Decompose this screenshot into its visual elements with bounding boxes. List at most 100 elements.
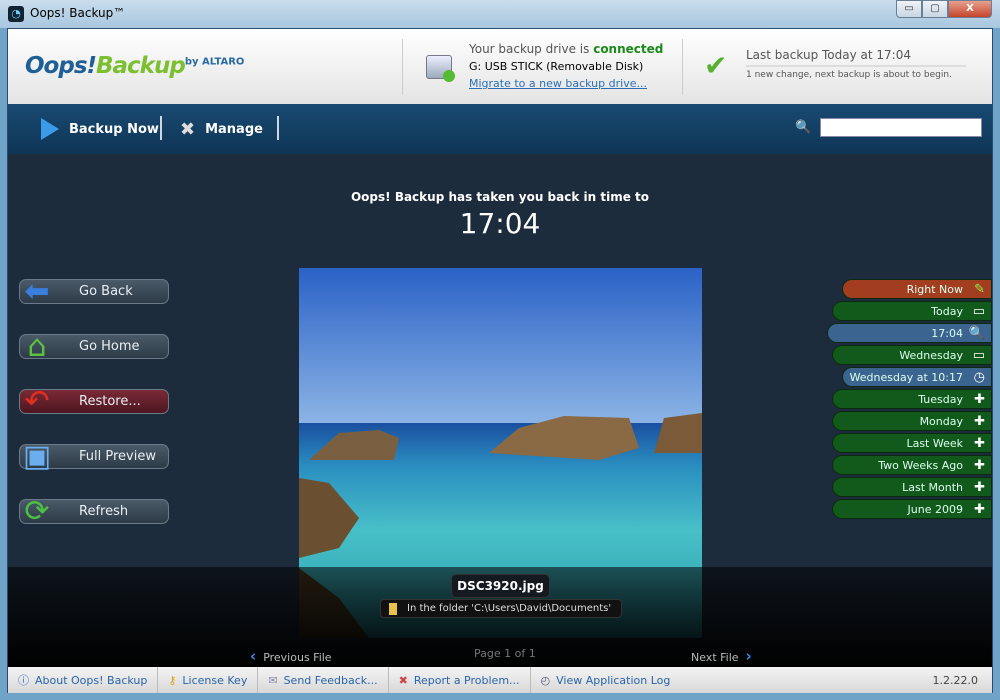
plus-icon: ✚ — [974, 392, 985, 407]
previous-file-button[interactable]: ‹ Previous File — [250, 647, 332, 665]
divider — [402, 39, 403, 95]
timeline-item-wednesday[interactable]: Wednesday ▭ — [832, 345, 992, 365]
logo-backup: Backup — [96, 53, 186, 79]
timeline-item-right-now[interactable]: Right Now ✎ — [842, 279, 992, 299]
manage-button[interactable]: ✖ Manage — [180, 118, 263, 140]
timeline-label: Right Now — [906, 283, 963, 296]
plus-icon: ✚ — [974, 436, 985, 451]
timeline-label: Wednesday — [899, 349, 963, 362]
refresh-label: Refresh — [79, 504, 129, 519]
manage-label: Manage — [205, 121, 263, 137]
last-backup: Last backup Today at 17:04 — [746, 48, 966, 67]
tools-icon: ✖ — [398, 673, 408, 687]
drive-status: Your backup drive is connected — [469, 42, 663, 56]
full-preview-label: Full Preview — [79, 449, 156, 464]
restore-button[interactable]: ↶ Restore... — [19, 384, 169, 419]
timeline-item-tuesday[interactable]: Tuesday ✚ — [832, 389, 992, 409]
app-window: Oops!Backupby ALTARO Your backup drive i… — [7, 28, 993, 693]
send-feedback-link[interactable]: ✉ Send Feedback... — [258, 667, 389, 693]
pencil-icon: ✎ — [974, 282, 985, 297]
go-back-button[interactable]: ⬅ Go Back — [19, 274, 169, 309]
timeline-label: Last Week — [906, 437, 963, 450]
license-key-link[interactable]: ⚷ License Key — [158, 667, 259, 693]
full-preview-button[interactable]: ▣ Full Preview — [19, 439, 169, 474]
back-arrow-icon: ⬅ — [24, 274, 50, 309]
preview-folder-icon: ▣ — [22, 439, 52, 474]
restore-label: Restore... — [79, 394, 141, 409]
logo-by: by ALTARO — [184, 56, 245, 68]
home-icon: ⌂ — [27, 329, 47, 364]
about-label: About Oops! Backup — [35, 673, 148, 687]
divider — [682, 39, 683, 95]
timeline-item-selected[interactable]: 17:04 🔍 — [827, 323, 992, 343]
last-backup-detail: 1 new change, next backup is about to be… — [746, 70, 952, 80]
title-bar: ◔ Oops! Backup™ ▭ ▢ X — [0, 0, 1000, 28]
timeline-item-last-week[interactable]: Last Week ✚ — [832, 433, 992, 453]
previous-file-label: Previous File — [263, 651, 332, 664]
logo: Oops!Backupby ALTARO — [25, 53, 244, 79]
minus-icon: ▭ — [972, 348, 985, 363]
timeline-item-two-weeks-ago[interactable]: Two Weeks Ago ✚ — [832, 455, 992, 475]
log-label: View Application Log — [556, 673, 671, 687]
timeline-label: Monday — [919, 415, 963, 428]
key-icon: ⚷ — [168, 673, 177, 687]
minus-icon: ▭ — [972, 304, 985, 319]
page-indicator: Page 1 of 1 — [474, 647, 536, 660]
magnifier-icon: 🔍 — [968, 326, 985, 341]
plus-icon: ✚ — [974, 458, 985, 473]
timeline-item-june-2009[interactable]: June 2009 ✚ — [832, 499, 992, 519]
file-name: DSC3920.jpg — [451, 574, 550, 598]
about-link[interactable]: ⓘ About Oops! Backup — [8, 667, 159, 693]
app-icon: ◔ — [8, 6, 24, 22]
search-input[interactable] — [820, 118, 982, 137]
plus-icon: ✚ — [974, 502, 985, 517]
backup-now-label: Backup Now — [69, 121, 159, 137]
timeline-label: Wednesday at 10:17 — [849, 371, 963, 384]
timeline-label: Last Month — [902, 481, 963, 494]
drive-status-value: connected — [593, 42, 664, 56]
next-file-label: Next File — [691, 651, 739, 664]
view-log-link[interactable]: ◴ View Application Log — [531, 667, 681, 693]
drive-status-prefix: Your backup drive is — [469, 42, 594, 56]
toolbar: Backup Now ✖ Manage 🔍 — [8, 104, 992, 154]
search-icon: 🔍 — [795, 120, 812, 135]
plus-icon: ✚ — [974, 414, 985, 429]
timeline-label: Two Weeks Ago — [878, 459, 963, 472]
file-folder: In the folder 'C:\Users\David\Documents' — [380, 599, 622, 618]
envelope-icon: ✉ — [268, 673, 278, 687]
log-icon: ◴ — [540, 673, 551, 687]
play-icon — [41, 118, 59, 140]
footer-bar: ⓘ About Oops! Backup ⚷ License Key ✉ Send F… — [8, 667, 992, 693]
go-back-label: Go Back — [79, 284, 133, 299]
timeline-item-last-month[interactable]: Last Month ✚ — [832, 477, 992, 497]
timeline-item-wednesday-1017[interactable]: Wednesday at 10:17 ◷ — [842, 367, 992, 387]
feedback-label: Send Feedback... — [283, 673, 378, 687]
timeline-item-monday[interactable]: Monday ✚ — [832, 411, 992, 431]
report-problem-link[interactable]: ✖ Report a Problem... — [389, 667, 531, 693]
restore-arrow-icon: ↶ — [24, 384, 50, 419]
time-travel-heading: Oops! Backup has taken you back in time … — [350, 190, 650, 204]
maximize-button[interactable]: ▢ — [922, 0, 948, 18]
go-home-label: Go Home — [79, 339, 140, 354]
logo-oops: Oops! — [25, 53, 97, 79]
minimize-button[interactable]: ▭ — [896, 0, 922, 18]
close-button[interactable]: X — [948, 0, 992, 18]
usb-drive-icon — [426, 55, 455, 82]
chevron-left-icon: ‹ — [250, 647, 257, 665]
next-file-button[interactable]: Next File › — [691, 647, 752, 665]
refresh-icon: ⟳ — [24, 494, 50, 529]
chevron-right-icon: › — [745, 647, 752, 665]
backup-now-button[interactable]: Backup Now — [41, 118, 159, 140]
drive-name: G: USB STICK (Removable Disk) — [469, 60, 644, 73]
go-home-button[interactable]: ⌂ Go Home — [19, 329, 169, 364]
migrate-link[interactable]: Migrate to a new backup drive... — [469, 77, 647, 90]
tools-icon: ✖ — [180, 118, 196, 140]
timeline-label: Tuesday — [918, 393, 963, 406]
info-icon: ⓘ — [18, 674, 29, 687]
refresh-button[interactable]: ⟳ Refresh — [19, 494, 169, 529]
timeline-item-today[interactable]: Today ▭ — [832, 301, 992, 321]
window-title: Oops! Backup™ — [30, 6, 126, 20]
time-display: 17:04 — [459, 207, 541, 240]
timeline-label: Today — [931, 305, 963, 318]
plus-icon: ✚ — [974, 480, 985, 495]
